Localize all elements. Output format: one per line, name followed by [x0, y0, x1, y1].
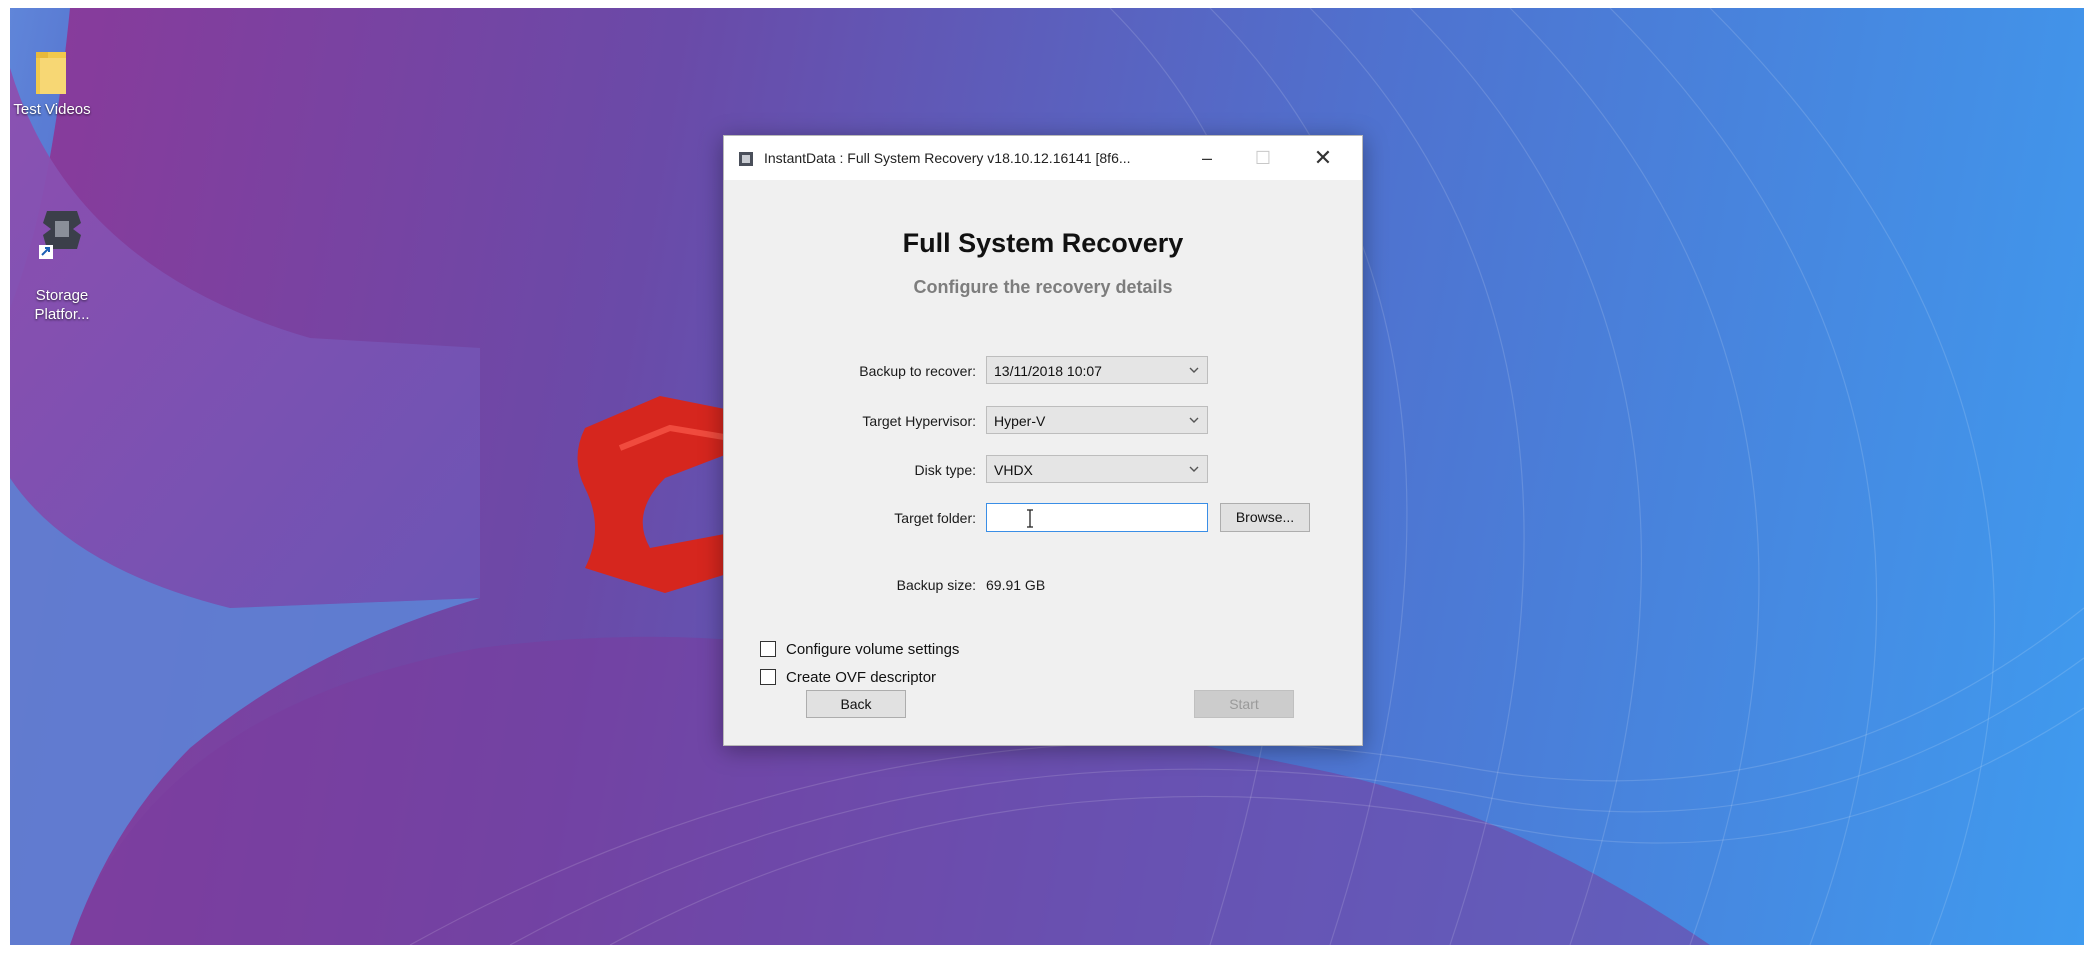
- hypervisor-label: Target Hypervisor:: [862, 413, 976, 429]
- hypervisor-select[interactable]: Hyper-V: [986, 406, 1208, 434]
- page-subtitle: Configure the recovery details: [913, 277, 1173, 297]
- text-cursor-icon: [1027, 509, 1033, 528]
- chevron-down-icon: [1189, 466, 1199, 472]
- backup-size-label: Backup size:: [896, 577, 976, 593]
- chevron-down-icon: [1189, 417, 1199, 423]
- close-icon: ✕: [1313, 145, 1333, 170]
- app-icon: [739, 152, 753, 166]
- backup-label: Backup to recover:: [859, 363, 976, 379]
- browse-button[interactable]: Browse...: [1220, 503, 1310, 532]
- recovery-dialog: InstantData : Full System Recovery v18.1…: [723, 135, 1363, 746]
- dialog-title: InstantData : Full System Recovery v18.1…: [764, 150, 1131, 166]
- disk-type-label: Disk type:: [914, 462, 976, 478]
- dialog-titlebar[interactable]: InstantData : Full System Recovery v18.1…: [724, 136, 1362, 180]
- maximize-icon: ☐: [1254, 147, 1272, 168]
- close-button[interactable]: ✕: [1295, 136, 1351, 180]
- folder-icon: [36, 52, 66, 94]
- backup-select[interactable]: 13/11/2018 10:07: [986, 356, 1208, 384]
- backup-size-value: 69.91 GB: [986, 577, 1046, 593]
- create-ovf-checkbox[interactable]: [760, 669, 776, 685]
- storage-platform-shortcut-icon: [39, 211, 81, 259]
- desktop-icon-test-videos[interactable]: Test Videos: [10, 46, 100, 119]
- wallpaper-logo: [577, 396, 731, 593]
- disk-type-select-value: VHDX: [994, 462, 1033, 478]
- target-folder-input[interactable]: [986, 503, 1208, 532]
- create-ovf-label[interactable]: Create OVF descriptor: [786, 669, 936, 686]
- desktop-icon-storage-platform[interactable]: Storage Platfor...: [14, 186, 110, 324]
- start-button[interactable]: Start: [1194, 690, 1294, 718]
- back-button[interactable]: Back: [806, 690, 906, 718]
- configure-volume-label[interactable]: Configure volume settings: [786, 641, 959, 658]
- minimize-icon: –: [1201, 147, 1212, 168]
- page-title: Full System Recovery: [902, 228, 1184, 258]
- minimize-button[interactable]: –: [1179, 136, 1235, 180]
- chevron-down-icon: [1189, 367, 1199, 373]
- desktop-icon-label: Storage Platfor...: [34, 287, 90, 323]
- disk-type-select[interactable]: VHDX: [986, 455, 1208, 483]
- hypervisor-select-value: Hyper-V: [994, 413, 1046, 429]
- backup-select-value: 13/11/2018 10:07: [994, 363, 1102, 379]
- configure-volume-checkbox[interactable]: [760, 641, 776, 657]
- maximize-button[interactable]: ☐: [1235, 136, 1291, 180]
- desktop-icon-label: Test Videos: [13, 101, 91, 118]
- target-folder-label: Target folder:: [894, 510, 976, 526]
